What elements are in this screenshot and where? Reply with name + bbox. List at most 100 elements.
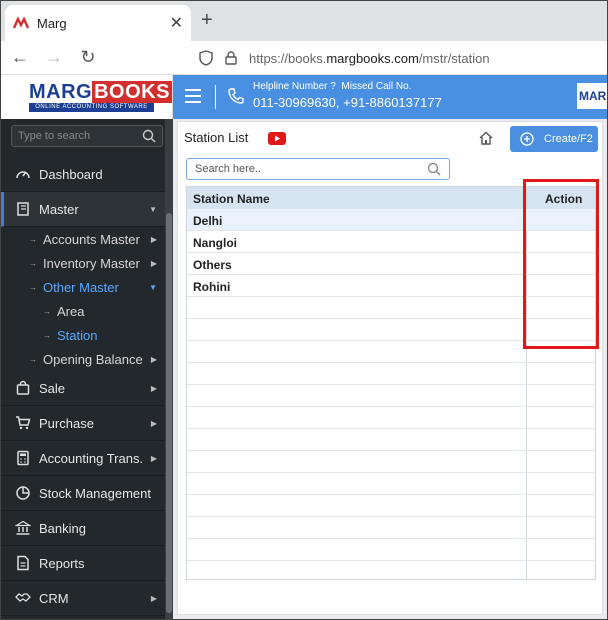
caret-right-icon: ▶ bbox=[150, 453, 157, 463]
sidebar-item-stock-management[interactable]: Stock Management bbox=[1, 476, 165, 511]
sidebar-search-placeholder: Type to search bbox=[18, 130, 91, 142]
home-icon[interactable] bbox=[478, 130, 494, 146]
shopping-bag-icon bbox=[16, 380, 30, 395]
search-icon[interactable] bbox=[427, 162, 441, 176]
logo-marg-text: MARG bbox=[29, 81, 93, 103]
sidebar-item-crm[interactable]: CRM ▶ bbox=[1, 581, 165, 616]
sidebar-item-inventory-master[interactable]: → Inventory Master ▶ bbox=[1, 251, 165, 275]
reload-icon[interactable]: ↻ bbox=[73, 47, 103, 68]
browser-navbar: ← → ↻ https://books. margbooks.com/mstr/s… bbox=[1, 41, 607, 75]
caret-down-icon: ▼ bbox=[149, 204, 157, 214]
dashboard-gauge-icon bbox=[16, 171, 30, 179]
sidebar-search-input[interactable]: Type to search bbox=[11, 125, 163, 147]
company-logo: MAR bbox=[577, 83, 607, 109]
youtube-icon[interactable] bbox=[268, 132, 286, 145]
back-icon[interactable]: ← bbox=[5, 47, 35, 68]
create-button[interactable]: Create/F2 bbox=[510, 126, 598, 152]
sidebar-item-label: Reports bbox=[39, 555, 85, 571]
sidebar-item-label: Dashboard bbox=[39, 166, 103, 182]
margbooks-logo[interactable]: MARG BOOKS ONLINE ACCOUNTING SOFTWARE bbox=[1, 75, 173, 119]
search-icon[interactable] bbox=[142, 129, 156, 143]
empty-row bbox=[187, 473, 595, 495]
sidebar-item-label: Stock Management bbox=[39, 485, 152, 501]
caret-right-icon: ▶ bbox=[150, 383, 157, 393]
bullet-icon: → bbox=[29, 354, 37, 364]
app-header: MARG BOOKS ONLINE ACCOUNTING SOFTWARE Hel… bbox=[1, 75, 607, 119]
action-column-highlight bbox=[523, 179, 599, 349]
sidebar-item-sale[interactable]: Sale ▶ bbox=[1, 371, 165, 406]
logo-subtitle: ONLINE ACCOUNTING SOFTWARE bbox=[29, 103, 154, 112]
caret-right-icon: ▶ bbox=[150, 418, 157, 428]
sidebar-scrollbar-thumb[interactable] bbox=[166, 213, 172, 613]
address-bar[interactable]: https://books. margbooks.com/mstr/station bbox=[199, 46, 607, 70]
sidebar-item-label: CRM bbox=[39, 590, 69, 606]
column-header-station-name[interactable]: Station Name bbox=[193, 192, 270, 206]
sidebar-item-reports[interactable]: Reports bbox=[1, 546, 165, 581]
sidebar-item-label: Master bbox=[39, 201, 79, 217]
helpline-numbers: 011-30969630, +91-8860137177 bbox=[253, 95, 442, 110]
caret-right-icon: ▶ bbox=[150, 354, 157, 364]
screen: Marg ✕ + ← → ↻ https://books. margbooks.c… bbox=[0, 0, 608, 620]
plus-circle-icon bbox=[520, 132, 534, 146]
empty-row bbox=[187, 363, 595, 385]
sidebar-item-banking[interactable]: Banking bbox=[1, 511, 165, 546]
sidebar-item-dashboard[interactable]: Dashboard bbox=[1, 157, 165, 192]
create-button-label: Create/F2 bbox=[544, 133, 593, 145]
browser-tabbar: Marg ✕ + bbox=[1, 1, 607, 41]
new-tab-button[interactable]: + bbox=[201, 9, 213, 32]
main-content: Station List Create/F2 Search here.. Sta… bbox=[173, 119, 607, 619]
bullet-icon: → bbox=[29, 234, 37, 244]
caret-right-icon: ▶ bbox=[150, 258, 157, 268]
empty-row bbox=[187, 385, 595, 407]
sidebar-menu: Dashboard Master ▼ → Accounts Master ▶ →… bbox=[1, 157, 165, 616]
close-tab-icon[interactable]: ✕ bbox=[170, 13, 183, 33]
sidebar-item-label: Sale bbox=[39, 380, 66, 396]
bullet-icon: → bbox=[29, 282, 37, 292]
sidebar: Type to search Dashboard Master ▼ → Acco… bbox=[1, 119, 173, 619]
caret-down-icon: ▼ bbox=[149, 282, 157, 292]
logo-books-text: BOOKS bbox=[92, 81, 172, 103]
bank-icon bbox=[15, 520, 31, 535]
report-document-icon bbox=[17, 555, 29, 571]
empty-row bbox=[187, 539, 595, 561]
url-prefix: https://books. bbox=[249, 50, 327, 66]
station-search-input[interactable]: Search here.. bbox=[186, 158, 450, 180]
caret-right-icon: ▶ bbox=[150, 593, 157, 603]
browser-tab[interactable]: Marg ✕ bbox=[5, 5, 191, 41]
hamburger-menu-icon[interactable] bbox=[185, 89, 201, 103]
caret-right-icon: ▶ bbox=[150, 234, 157, 244]
sidebar-item-label: Opening Balance bbox=[43, 351, 143, 367]
sidebar-item-label: Other Master bbox=[43, 279, 119, 295]
calculator-icon bbox=[17, 450, 29, 466]
url-host: margbooks.com bbox=[326, 50, 419, 66]
bullet-icon: → bbox=[43, 306, 51, 316]
handshake-icon bbox=[15, 593, 31, 602]
sidebar-item-master[interactable]: Master ▼ bbox=[1, 192, 165, 227]
sidebar-item-accounts-master[interactable]: → Accounts Master ▶ bbox=[1, 227, 165, 251]
sidebar-item-other-master[interactable]: → Other Master ▼ bbox=[1, 275, 165, 299]
helpline-labels: Helpline Number ? Missed Call No. bbox=[253, 81, 411, 92]
empty-row bbox=[187, 517, 595, 539]
empty-row bbox=[187, 495, 595, 517]
missed-call-label: Missed Call No. bbox=[341, 81, 412, 92]
sidebar-item-label: Accounts Master bbox=[43, 231, 140, 247]
station-search-placeholder: Search here.. bbox=[195, 163, 262, 175]
sidebar-item-station[interactable]: → Station bbox=[1, 323, 165, 347]
sidebar-item-label: Accounting Trans. bbox=[39, 450, 144, 466]
shield-icon bbox=[199, 50, 213, 66]
empty-row bbox=[187, 407, 595, 429]
url-path: /mstr/station bbox=[418, 50, 490, 66]
helpline-label: Helpline Number ? bbox=[253, 81, 336, 92]
sidebar-item-label: Station bbox=[57, 327, 98, 343]
sidebar-item-label: Area bbox=[57, 303, 85, 319]
sidebar-item-area[interactable]: → Area bbox=[1, 299, 165, 323]
lock-icon bbox=[225, 51, 237, 65]
header-divider bbox=[215, 85, 216, 109]
sidebar-item-opening-balance[interactable]: → Opening Balance ▶ bbox=[1, 347, 165, 371]
sidebar-item-accounting-trans[interactable]: Accounting Trans. ▶ bbox=[1, 441, 165, 476]
forward-icon[interactable]: → bbox=[39, 47, 69, 68]
empty-row bbox=[187, 429, 595, 451]
sidebar-item-purchase[interactable]: Purchase ▶ bbox=[1, 406, 165, 441]
phone-icon bbox=[228, 88, 244, 104]
cart-icon bbox=[16, 416, 31, 430]
